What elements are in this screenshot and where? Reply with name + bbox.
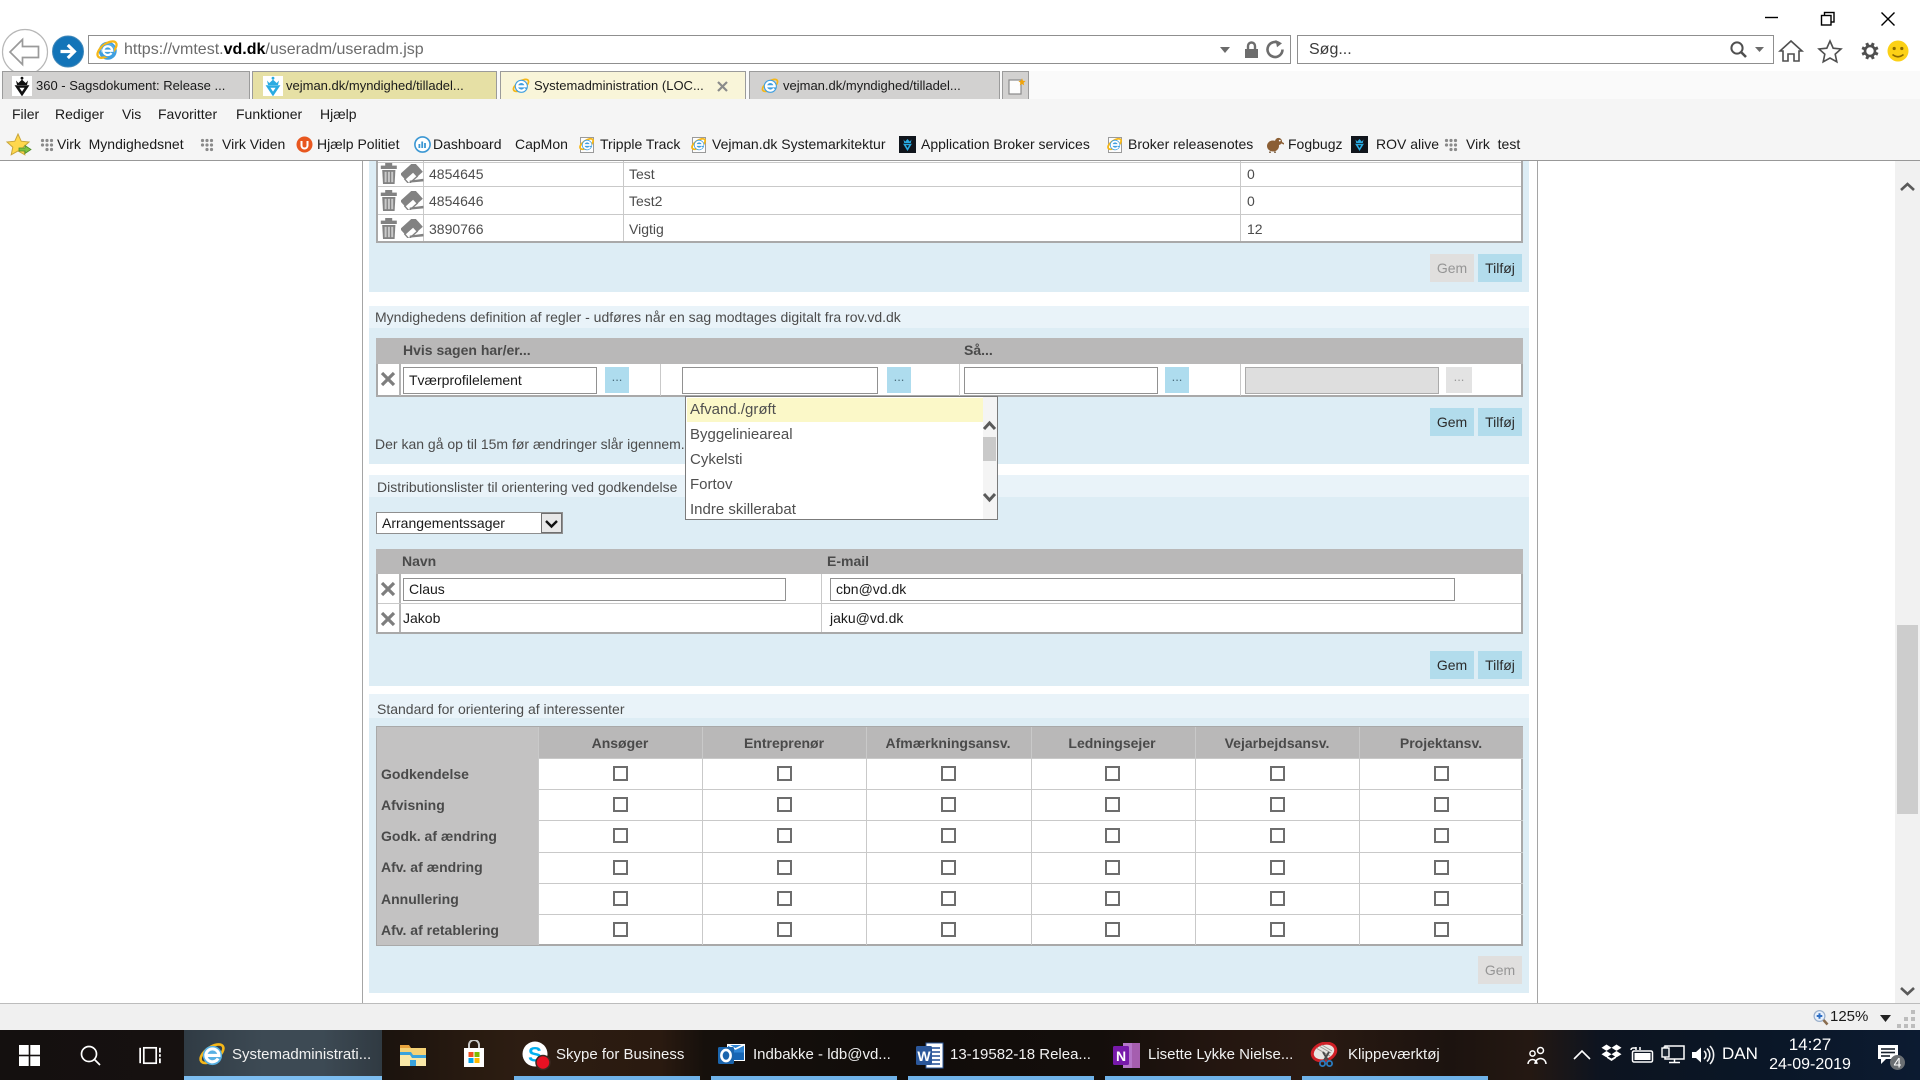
svg-text:4: 4 [1894, 1055, 1902, 1071]
svg-text:N: N [1116, 1048, 1126, 1064]
svg-text:W: W [917, 1048, 931, 1064]
